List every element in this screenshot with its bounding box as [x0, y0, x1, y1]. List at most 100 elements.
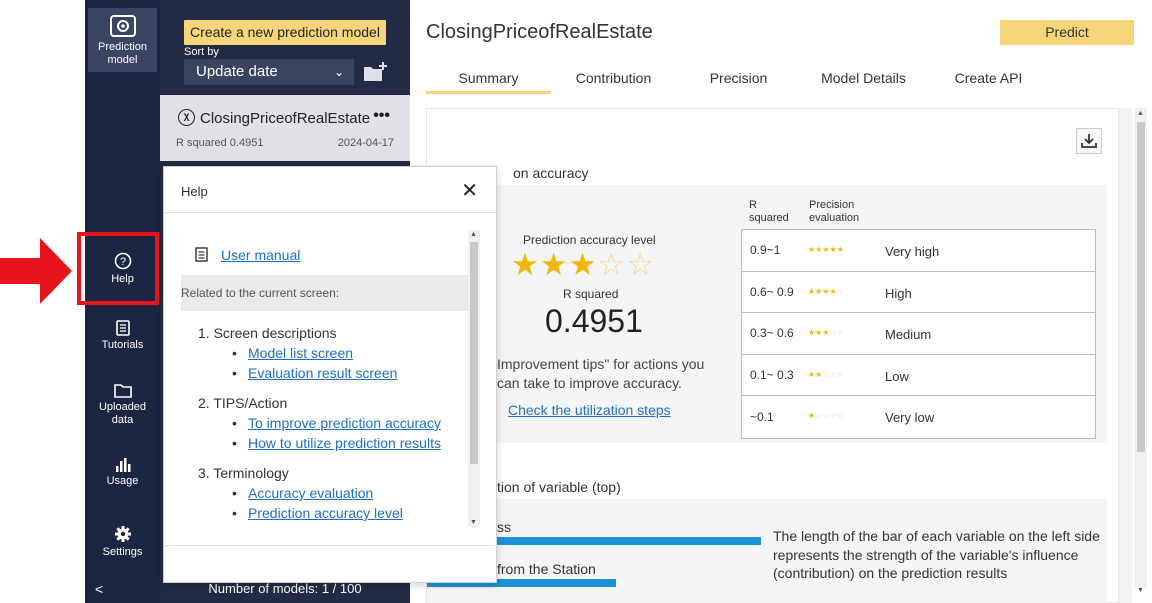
table-row: ~0.1 ★☆☆☆☆ Very low [742, 396, 1095, 438]
table-cell-evaluation: Low [885, 368, 909, 384]
scroll-down-icon[interactable]: ▼ [1137, 587, 1144, 594]
summary-content: on accuracy Prediction accuracy level ★★… [426, 108, 1147, 603]
tab-model-details[interactable]: Model Details [801, 70, 926, 94]
tab-summary[interactable]: Summary [426, 70, 551, 94]
table-cell-evaluation: Medium [885, 327, 932, 342]
tab-contribution[interactable]: Contribution [551, 70, 676, 94]
table-cell-evaluation: Very low [885, 410, 935, 425]
contribution-box: ss from the Station The length of the ba… [427, 499, 1107, 603]
new-folder-icon[interactable] [362, 60, 388, 84]
download-icon [1081, 134, 1097, 148]
help-scrollbar[interactable]: ▲ ▼ [468, 230, 480, 527]
chevron-down-icon: ⌄ [333, 65, 344, 79]
help-section-title: 2. TIPS/Action [198, 395, 288, 411]
page-title: ClosingPriceofRealEstate [426, 21, 653, 43]
precision-table: 0.9~1 ★★★★★ Very high 0.6~ 0.9 ★★★★☆ Hig… [741, 229, 1096, 439]
scrollbar-thumb[interactable] [1137, 122, 1145, 452]
predict-button[interactable]: Predict [1000, 20, 1134, 45]
sort-select[interactable]: Update date ⌄ [184, 59, 354, 85]
tab-precision[interactable]: Precision [676, 70, 801, 94]
table-header-r-squared: R squared [749, 199, 789, 225]
accuracy-level-label: Prediction accuracy level [523, 233, 656, 247]
help-link-accuracy-evaluation[interactable]: Accuracy evaluation [232, 485, 373, 501]
model-type-icon: χ [178, 109, 195, 126]
nav-item-prediction-model[interactable]: Prediction model [85, 14, 160, 67]
contribution-section-title: tion of variable (top) [497, 479, 621, 495]
help-link-model-list[interactable]: Model list screen [232, 345, 353, 361]
star-filled-icon: ★ [539, 247, 569, 282]
gear-icon [114, 526, 131, 542]
scroll-up-icon[interactable]: ▲ [1137, 110, 1144, 117]
help-link-prediction-accuracy-level[interactable]: Prediction accuracy level [232, 505, 403, 521]
related-label: Related to the current screen: [181, 275, 468, 311]
download-button[interactable] [1076, 128, 1102, 154]
table-cell-range: 0.6~ 0.9 [750, 284, 794, 299]
table-cell-range: 0.3~ 0.6 [750, 326, 794, 341]
model-date: 2024-04-17 [337, 137, 394, 149]
rating-stars: ★★☆☆☆ [808, 369, 844, 379]
table-cell-range: 0.9~1 [750, 243, 781, 258]
table-row: 0.1~ 0.3 ★★☆☆☆ Low [742, 355, 1095, 396]
close-icon[interactable]: ✕ [461, 178, 478, 203]
tab-create-api[interactable]: Create API [926, 70, 1051, 94]
scroll-down-icon[interactable]: ▼ [470, 519, 477, 526]
accuracy-stars: ★★★☆☆ [511, 247, 655, 283]
nav-label-prediction-model: Prediction model [98, 41, 147, 66]
model-name: ClosingPriceofRealEstate [200, 110, 371, 127]
table-header-p-line2: evaluation [809, 212, 860, 224]
user-manual-link[interactable]: User manual [221, 247, 300, 263]
r-squared-value: 0.4951 [545, 303, 643, 339]
star-empty-icon: ☆ [626, 247, 655, 282]
rating-stars: ★★★☆☆ [808, 328, 844, 337]
table-cell-range: ~0.1 [750, 409, 774, 424]
help-section-title: 3. Terminology [198, 465, 289, 481]
folder-icon [113, 384, 132, 398]
table-cell-range: 0.1~ 0.3 [750, 367, 794, 382]
main-scrollbar[interactable]: ▲ ▼ [1135, 108, 1147, 594]
improvement-tips-text: Improvement tips" for actions you can ta… [497, 355, 757, 393]
nav-item-uploaded-data[interactable]: Uploaded data [85, 383, 160, 427]
table-row: 0.6~ 0.9 ★★★★☆ High [742, 272, 1095, 313]
scrollbar-thumb[interactable] [470, 242, 478, 464]
tutorials-icon [115, 320, 130, 336]
table-cell-evaluation: High [885, 285, 912, 301]
accuracy-box: Prediction accuracy level ★★★☆☆ R square… [427, 185, 1107, 443]
contribution-note: The length of the bar of each variable o… [773, 528, 1100, 581]
help-link-evaluation-result[interactable]: Evaluation result screen [232, 365, 397, 381]
document-icon [195, 247, 208, 262]
tips-line-1: Improvement tips" for actions you [497, 356, 705, 372]
model-r-squared: R squared 0.4951 [176, 137, 264, 149]
model-list-item[interactable]: χ ClosingPriceofRealEstate ••• R squared… [160, 95, 410, 161]
accuracy-section-title: on accuracy [513, 165, 589, 181]
nav-label-usage: Usage [106, 475, 139, 487]
table-header-precision: Precision evaluation [809, 199, 859, 225]
help-link-utilize-results[interactable]: How to utilize prediction results [232, 435, 441, 451]
nav-item-tutorials[interactable]: Tutorials [85, 320, 160, 352]
check-utilization-link[interactable]: Check the utilization steps [508, 402, 671, 418]
table-cell-evaluation: Very high [885, 244, 940, 259]
help-link-improve-accuracy[interactable]: To improve prediction accuracy [232, 415, 441, 431]
help-footer-divider [164, 545, 496, 546]
create-model-button[interactable]: Create a new prediction model [184, 20, 386, 45]
model-count: Number of models: 1 / 100 [208, 581, 362, 596]
nav-item-usage[interactable]: Usage [85, 458, 160, 488]
nav-label-tutorials: Tutorials [101, 339, 144, 351]
annotation-arrow [0, 238, 72, 304]
rating-stars: ★☆☆☆☆ [808, 411, 844, 420]
rating-stars: ★★★★☆ [808, 286, 844, 296]
nav-label-uploaded-data: Uploaded data [98, 401, 147, 426]
help-section-title: 1. Screen descriptions [198, 325, 337, 341]
nav-collapse-button[interactable]: < [95, 581, 103, 597]
sort-label: Sort by [184, 46, 219, 58]
help-header: Help ✕ [164, 167, 496, 213]
more-options-icon[interactable]: ••• [373, 107, 390, 125]
help-body: User manual Related to the current scree… [181, 230, 468, 527]
table-header-p-line1: Precision [809, 199, 855, 211]
scroll-up-icon[interactable]: ▲ [470, 231, 477, 238]
sort-select-value: Update date [196, 63, 278, 80]
table-row: 0.9~1 ★★★★★ Very high [742, 230, 1095, 272]
star-filled-icon: ★ [568, 247, 598, 282]
main-area: ClosingPriceofRealEstate Predict Summary… [410, 0, 1152, 603]
annotation-highlight-box [77, 232, 159, 305]
nav-item-settings[interactable]: Settings [85, 525, 160, 559]
